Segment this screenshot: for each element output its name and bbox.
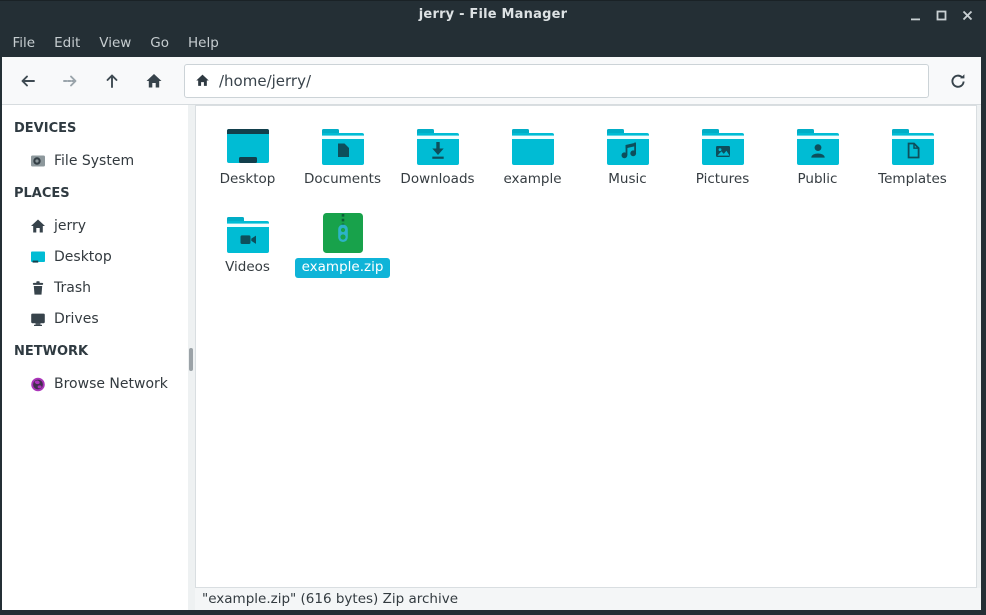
back-button[interactable] xyxy=(14,66,42,96)
file-label: example.zip xyxy=(295,258,391,278)
folder-icon xyxy=(509,121,557,167)
folder-public-icon xyxy=(794,121,842,167)
sidebar-item-label: Drives xyxy=(54,311,99,327)
close-icon xyxy=(961,9,974,22)
content: DEVICES File System PLACES jerry Desktop … xyxy=(2,105,981,610)
file-label: Templates xyxy=(871,170,954,190)
sidebar-item-label: Trash xyxy=(54,280,91,296)
file-grid: Desktop Documents Downloads example Musi… xyxy=(195,105,977,588)
reload-button[interactable] xyxy=(943,66,973,96)
home-button[interactable] xyxy=(140,66,168,96)
sidebar-item-browse-network[interactable]: Browse Network xyxy=(2,368,188,399)
arrow-left-icon xyxy=(19,72,37,90)
file-desktop[interactable]: Desktop xyxy=(200,121,295,209)
home-small-icon xyxy=(30,218,46,234)
window-title: jerry - File Manager xyxy=(419,7,567,22)
sidebar-item-label: File System xyxy=(54,153,134,169)
sidebar-item-label: Desktop xyxy=(54,249,112,265)
file-documents[interactable]: Documents xyxy=(295,121,390,209)
minimize-button[interactable] xyxy=(902,3,928,27)
file-label: Documents xyxy=(297,170,388,190)
window-body: /home/jerry/ DEVICES File System PLACES j… xyxy=(2,57,981,610)
minimize-icon xyxy=(909,9,922,22)
menu-edit[interactable]: Edit xyxy=(45,31,90,55)
file-label: Pictures xyxy=(689,170,756,190)
forward-button[interactable] xyxy=(56,66,84,96)
file-example[interactable]: example xyxy=(485,121,580,209)
file-label: Music xyxy=(601,170,653,190)
file-example-zip[interactable]: example.zip xyxy=(295,209,390,297)
statusbar-text: "example.zip" (616 bytes) Zip archive xyxy=(202,591,458,607)
statusbar: "example.zip" (616 bytes) Zip archive xyxy=(195,588,981,610)
sidebar-item-file-system[interactable]: File System xyxy=(2,145,188,176)
arrow-right-icon xyxy=(61,72,79,90)
sidebar-header-places: PLACES xyxy=(2,176,188,210)
folder-templates-icon xyxy=(889,121,937,167)
close-button[interactable] xyxy=(954,3,980,27)
folder-pictures-icon xyxy=(699,121,747,167)
maximize-icon xyxy=(935,9,948,22)
main-column: Desktop Documents Downloads example Musi… xyxy=(195,105,981,610)
file-downloads[interactable]: Downloads xyxy=(390,121,485,209)
window-controls xyxy=(902,1,980,29)
file-label: Public xyxy=(791,170,845,190)
folder-videos-icon xyxy=(224,209,272,255)
path-bar[interactable]: /home/jerry/ xyxy=(184,64,929,98)
file-music[interactable]: Music xyxy=(580,121,675,209)
home-icon xyxy=(145,72,163,90)
titlebar: jerry - File Manager xyxy=(0,0,986,28)
drives-icon xyxy=(30,311,46,327)
file-label: Videos xyxy=(218,258,277,278)
file-manager-window: jerry - File Manager FileEditViewGoHelp … xyxy=(0,0,986,615)
globe-icon xyxy=(30,376,46,392)
path-home-icon xyxy=(195,73,210,88)
sidebar-item-desktop[interactable]: Desktop xyxy=(2,241,188,272)
folder-music-icon xyxy=(604,121,652,167)
file-label: Desktop xyxy=(213,170,283,190)
sidebar-header-devices: DEVICES xyxy=(2,111,188,145)
maximize-button[interactable] xyxy=(928,3,954,27)
file-label: Downloads xyxy=(393,170,481,190)
toolbar: /home/jerry/ xyxy=(2,57,981,105)
menu-help[interactable]: Help xyxy=(179,31,229,55)
menubar: FileEditViewGoHelp xyxy=(0,28,986,57)
reload-icon xyxy=(949,72,967,90)
trash-icon xyxy=(30,280,46,296)
file-videos[interactable]: Videos xyxy=(200,209,295,297)
desktop-icon xyxy=(224,121,272,167)
path-text: /home/jerry/ xyxy=(219,72,311,90)
desktop-small-icon xyxy=(30,249,46,265)
sidebar-item-label: Browse Network xyxy=(54,376,168,392)
folder-downloads-icon xyxy=(414,121,462,167)
sidebar-item-label: jerry xyxy=(54,218,86,234)
up-button[interactable] xyxy=(98,66,126,96)
sidebar: DEVICES File SystemPLACES jerry Desktop … xyxy=(2,105,188,610)
file-templates[interactable]: Templates xyxy=(865,121,960,209)
scrollbar-thumb[interactable] xyxy=(189,348,193,371)
sidebar-item-jerry[interactable]: jerry xyxy=(2,210,188,241)
zip-icon xyxy=(321,209,365,255)
sidebar-item-drives[interactable]: Drives xyxy=(2,303,188,334)
menu-file[interactable]: File xyxy=(3,31,45,55)
menu-go[interactable]: Go xyxy=(141,31,179,55)
file-pictures[interactable]: Pictures xyxy=(675,121,770,209)
menu-view[interactable]: View xyxy=(90,31,141,55)
nav-buttons xyxy=(14,66,182,96)
sidebar-item-trash[interactable]: Trash xyxy=(2,272,188,303)
arrow-up-icon xyxy=(103,72,121,90)
sidebar-header-network: NETWORK xyxy=(2,334,188,368)
file-label: example xyxy=(496,170,568,190)
file-public[interactable]: Public xyxy=(770,121,865,209)
folder-documents-icon xyxy=(319,121,367,167)
sidebar-scrollbar[interactable] xyxy=(188,105,195,610)
harddisk-icon xyxy=(30,153,46,169)
